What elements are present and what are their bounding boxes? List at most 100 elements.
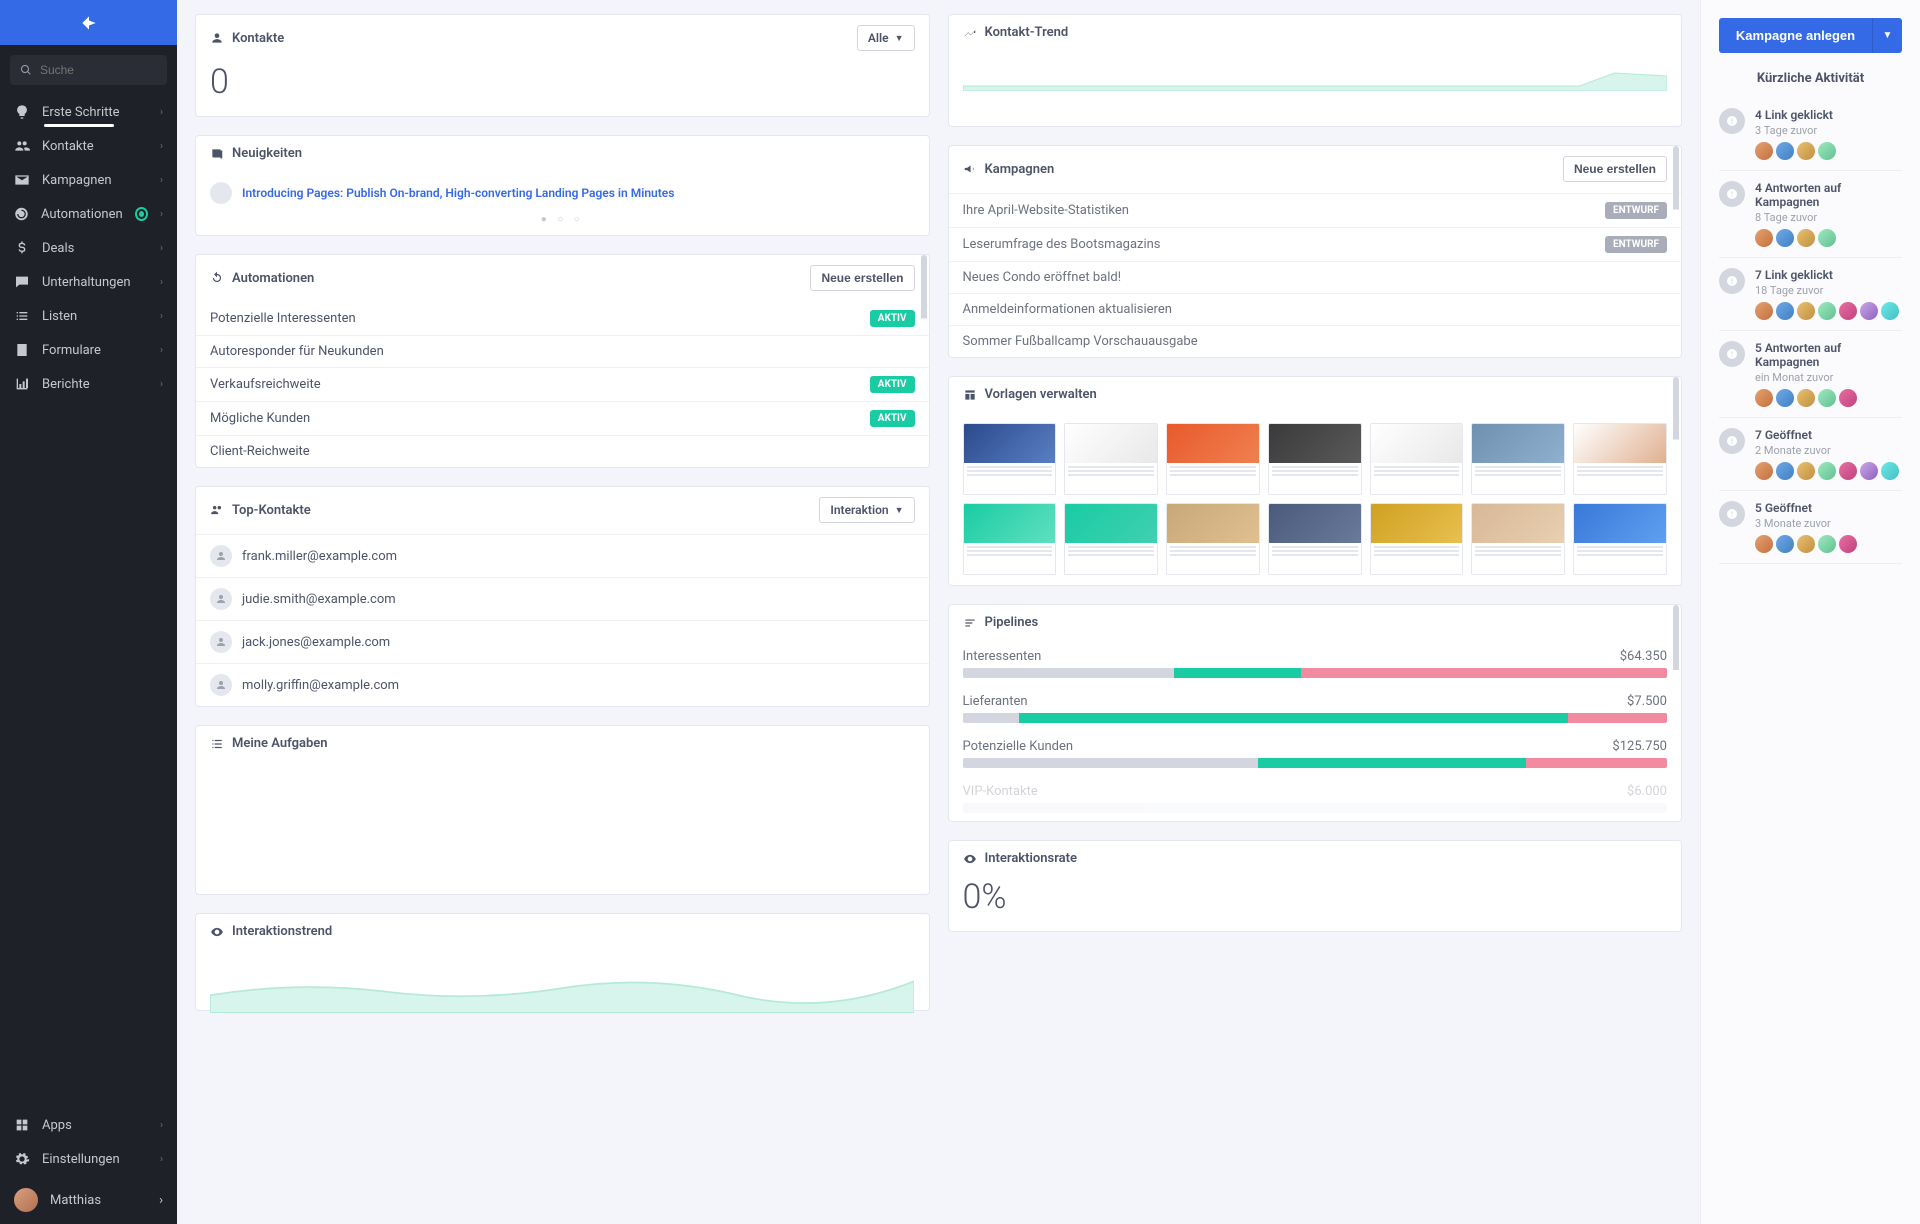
user-avatar [14, 1188, 38, 1212]
automationen-row[interactable]: Client-Reichweite [196, 435, 929, 467]
kampagne-row[interactable]: Anmeldeinformationen aktualisieren [949, 293, 1682, 325]
news-headline[interactable]: Introducing Pages: Publish On-brand, Hig… [242, 186, 674, 200]
nav-erste-schritte[interactable]: Erste Schritte › [0, 95, 177, 129]
status-badge: AKTIV [870, 310, 915, 327]
neuigkeiten-card: Neuigkeiten Introducing Pages: Publish O… [195, 135, 930, 236]
pipeline-bar [963, 803, 1668, 813]
chevron-right-icon: › [160, 243, 163, 254]
dollar-icon [14, 240, 30, 256]
activity-item[interactable]: 5 Geöffnet3 Monate zuvor [1719, 491, 1902, 564]
kampagnen-title: Kampagnen [985, 162, 1055, 177]
apps-icon [14, 1117, 30, 1133]
topkontakte-row[interactable]: jack.jones@example.com [196, 620, 929, 663]
topkontakte-row[interactable]: frank.miller@example.com [196, 534, 929, 577]
automationen-row[interactable]: Potenzielle InteressentenAKTIV [196, 302, 929, 335]
caret-down-icon: ▼ [895, 33, 904, 44]
pagination-dots[interactable]: ● ○ ○ [196, 214, 929, 235]
nav-apps[interactable]: Apps › [0, 1108, 177, 1142]
interaktionstrend-card: Interaktionstrend [195, 913, 930, 1011]
kampagne-row[interactable]: Neues Condo eröffnet bald! [949, 261, 1682, 293]
main-content: Kontakte Alle ▼ 0 Neuigkeiten Introducin… [177, 0, 1700, 1224]
trend-icon [963, 26, 977, 40]
activity-item[interactable]: 4 Link geklickt3 Tage zuvor [1719, 98, 1902, 171]
search-input[interactable] [10, 55, 167, 85]
pipeline-row[interactable]: Lieferanten$7.500 [949, 686, 1682, 731]
nav-berichte[interactable]: Berichte › [0, 367, 177, 401]
template-thumbnail[interactable] [1370, 503, 1464, 575]
activity-item[interactable]: 7 Geöffnet2 Monate zuvor [1719, 418, 1902, 491]
kampagne-row[interactable]: Ihre April-Website-StatistikenENTWURF [949, 193, 1682, 227]
kontakt-trend-card: Kontakt-Trend [948, 14, 1683, 127]
automation-icon [14, 206, 29, 222]
template-thumbnail[interactable] [1166, 503, 1260, 575]
caret-down-icon: ▼ [895, 505, 904, 516]
contact-avatar [210, 545, 232, 567]
nav-kontakte[interactable]: Kontakte › [0, 129, 177, 163]
kampagne-row[interactable]: Leserumfrage des BootsmagazinsENTWURF [949, 227, 1682, 261]
kampagnen-create[interactable]: Neue erstellen [1563, 156, 1667, 182]
activity-avatars [1755, 302, 1902, 320]
nav-unterhaltungen[interactable]: Unterhaltungen › [0, 265, 177, 299]
activity-item[interactable]: 4 Antworten auf Kampagnen8 Tage zuvor [1719, 171, 1902, 258]
automationen-row[interactable]: Autoresponder für Neukunden [196, 335, 929, 367]
template-thumbnail[interactable] [1370, 423, 1464, 495]
kampagnen-card: Kampagnen Neue erstellen Ihre April-Webs… [948, 145, 1683, 358]
template-thumbnail[interactable] [1471, 423, 1565, 495]
tasks-icon [210, 737, 224, 751]
nav-einstellungen[interactable]: Einstellungen › [0, 1142, 177, 1176]
nav-automationen[interactable]: Automationen › [0, 197, 177, 231]
kampagne-anlegen-dropdown[interactable]: ▼ [1872, 18, 1902, 53]
status-badge: ENTWURF [1605, 202, 1667, 219]
pipelines-title: Pipelines [985, 615, 1039, 630]
template-thumbnail[interactable] [1064, 503, 1158, 575]
topkontakte-row[interactable]: judie.smith@example.com [196, 577, 929, 620]
activity-item[interactable]: 7 Link geklickt18 Tage zuvor [1719, 258, 1902, 331]
contact-avatar [210, 588, 232, 610]
pipeline-bar [963, 758, 1668, 768]
activity-item[interactable]: 5 Antworten auf Kampagnenein Monat zuvor [1719, 331, 1902, 418]
automationen-title: Automationen [232, 271, 314, 286]
topkontakte-row[interactable]: molly.griffin@example.com [196, 663, 929, 706]
list-icon [14, 308, 30, 324]
template-thumbnail[interactable] [963, 423, 1057, 495]
template-thumbnail[interactable] [1573, 503, 1667, 575]
template-thumbnail[interactable] [1064, 423, 1158, 495]
nav-listen[interactable]: Listen › [0, 299, 177, 333]
lightbulb-icon [14, 104, 30, 120]
nav-formulare[interactable]: Formulare › [0, 333, 177, 367]
kampagne-anlegen-button[interactable]: Kampagne anlegen [1719, 18, 1872, 53]
automationen-row[interactable]: Mögliche KundenAKTIV [196, 401, 929, 435]
nav-kampagnen[interactable]: Kampagnen › [0, 163, 177, 197]
pipeline-row[interactable]: VIP-Kontakte$6.000 [949, 776, 1682, 821]
topkontakte-filter[interactable]: Interaktion ▼ [819, 497, 914, 523]
vorlagen-title: Vorlagen verwalten [985, 387, 1097, 402]
template-thumbnail[interactable] [1268, 503, 1362, 575]
pipeline-row[interactable]: Potenzielle Kunden$125.750 [949, 731, 1682, 776]
template-thumbnail[interactable] [1471, 503, 1565, 575]
topkontakte-title: Top-Kontakte [232, 503, 311, 518]
template-thumbnail[interactable] [1573, 423, 1667, 495]
chevron-right-icon: › [160, 345, 163, 356]
status-badge: ENTWURF [1605, 236, 1667, 253]
nav-deals[interactable]: Deals › [0, 231, 177, 265]
neuigkeiten-title: Neuigkeiten [232, 146, 302, 161]
logo[interactable] [0, 0, 177, 45]
chevron-right-icon: › [160, 175, 163, 186]
activity-avatars [1755, 229, 1902, 247]
kontakt-trend-chart [963, 61, 1668, 91]
activity-icon [1719, 341, 1745, 367]
template-thumbnail[interactable] [1166, 423, 1260, 495]
kampagne-row[interactable]: Sommer Fußballcamp Vorschauausgabe [949, 325, 1682, 357]
chevron-right-icon: › [160, 379, 163, 390]
pipeline-row[interactable]: Interessenten$64.350 [949, 641, 1682, 686]
automationen-row[interactable]: VerkaufsreichweiteAKTIV [196, 367, 929, 401]
contact-avatar [210, 631, 232, 653]
template-thumbnail[interactable] [963, 503, 1057, 575]
user-menu[interactable]: Matthias › [0, 1176, 177, 1224]
pipeline-bar [963, 713, 1668, 723]
kontakte-filter[interactable]: Alle ▼ [857, 25, 915, 51]
template-thumbnail[interactable] [1268, 423, 1362, 495]
pipelines-card: Pipelines Interessenten$64.350Lieferante… [948, 604, 1683, 822]
automationen-create[interactable]: Neue erstellen [810, 265, 914, 291]
onboarding-progress [44, 124, 114, 127]
